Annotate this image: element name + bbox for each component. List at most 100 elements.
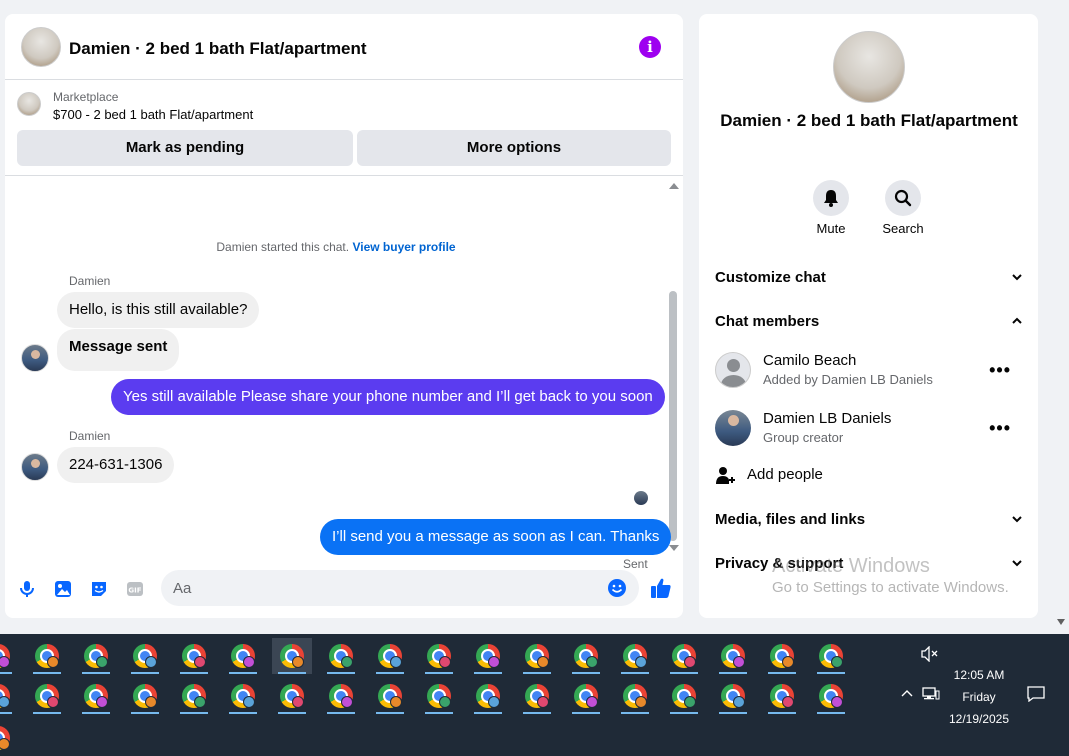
running-indicator <box>621 672 649 674</box>
chat-panel: Damien · 2 bed 1 bath Flat/apartment i M… <box>5 14 683 618</box>
media-files-links-section[interactable]: Media, files and links <box>715 511 1023 528</box>
chevron-down-icon <box>1012 560 1022 567</box>
browser-taskbar-icon[interactable] <box>370 678 410 714</box>
browser-taskbar-icon[interactable] <box>125 638 165 674</box>
message-input[interactable] <box>173 578 593 598</box>
gif-icon[interactable]: GIF <box>125 579 145 599</box>
browser-taskbar-icon[interactable] <box>468 638 508 674</box>
listing-avatar[interactable] <box>21 27 61 67</box>
browser-taskbar-icon[interactable] <box>419 678 459 714</box>
info-icon[interactable]: i <box>639 36 661 58</box>
outgoing-message[interactable]: Yes still available Please share your ph… <box>111 379 665 415</box>
scroll-up-arrow[interactable] <box>669 183 679 189</box>
browser-taskbar-icon[interactable] <box>272 678 312 714</box>
sender-avatar[interactable] <box>21 344 49 372</box>
browser-taskbar-icon[interactable] <box>223 638 263 674</box>
sticker-icon[interactable] <box>89 579 109 599</box>
add-people-button[interactable]: Add people <box>715 464 915 488</box>
scroll-down-arrow[interactable] <box>1057 619 1065 625</box>
profile-badge-icon <box>586 656 598 668</box>
more-icon[interactable]: ••• <box>989 360 1011 381</box>
browser-taskbar-icon[interactable] <box>272 638 312 674</box>
browser-taskbar-icon[interactable] <box>566 678 606 714</box>
browser-taskbar-icon[interactable] <box>517 678 557 714</box>
browser-taskbar-icon[interactable] <box>517 638 557 674</box>
browser-taskbar-icon[interactable] <box>762 678 802 714</box>
browser-taskbar-icon[interactable] <box>615 638 655 674</box>
chat-title[interactable]: Damien · 2 bed 1 bath Flat/apartment <box>69 39 367 59</box>
running-indicator <box>33 712 61 714</box>
browser-taskbar-icon[interactable] <box>125 678 165 714</box>
browser-taskbar-icon[interactable] <box>664 638 704 674</box>
browser-taskbar-icon[interactable] <box>713 678 753 714</box>
profile-badge-icon <box>0 696 10 708</box>
speaker-muted-icon[interactable] <box>921 646 939 662</box>
message-input-container <box>161 570 639 606</box>
browser-taskbar-icon[interactable] <box>615 678 655 714</box>
browser-taskbar-icon[interactable] <box>762 638 802 674</box>
profile-badge-icon <box>537 656 549 668</box>
photo-icon[interactable] <box>53 579 73 599</box>
listing-title[interactable]: $700 - 2 bed 1 bath Flat/apartment <box>53 107 253 122</box>
browser-taskbar-icon[interactable] <box>713 638 753 674</box>
profile-badge-icon <box>47 696 59 708</box>
notification-icon[interactable] <box>1027 686 1045 702</box>
sender-avatar[interactable] <box>21 453 49 481</box>
browser-taskbar-icon[interactable] <box>223 678 263 714</box>
browser-taskbar-icon[interactable] <box>76 638 116 674</box>
browser-taskbar-icon[interactable] <box>321 678 361 714</box>
emoji-icon[interactable] <box>607 578 627 598</box>
running-indicator <box>180 672 208 674</box>
scroll-down-arrow[interactable] <box>669 545 679 551</box>
member-name: Damien LB Daniels <box>763 410 892 427</box>
incoming-message[interactable]: 224-631-1306 <box>57 447 175 483</box>
browser-taskbar-icon[interactable] <box>370 638 410 674</box>
more-icon[interactable]: ••• <box>989 418 1011 439</box>
browser-taskbar-icon[interactable] <box>566 638 606 674</box>
incoming-message[interactable]: Hello, is this still available? <box>57 292 260 328</box>
browser-taskbar-icon[interactable] <box>0 720 18 756</box>
outgoing-message[interactable]: I’ll send you a message as soon as I can… <box>320 519 672 555</box>
browser-taskbar-icon[interactable] <box>321 638 361 674</box>
browser-taskbar-icon[interactable] <box>27 638 67 674</box>
profile-badge-icon <box>537 696 549 708</box>
page-scrollbar[interactable] <box>1053 0 1069 634</box>
system-clock[interactable]: 12:05 AM Friday 12/19/2025 <box>940 664 1018 730</box>
browser-taskbar-icon[interactable] <box>468 678 508 714</box>
profile-badge-icon <box>586 696 598 708</box>
member-role: Added by Damien LB Daniels <box>763 372 933 387</box>
show-hidden-icons-chevron[interactable] <box>900 687 914 701</box>
browser-taskbar-icon[interactable] <box>419 638 459 674</box>
member-row[interactable]: Camilo Beach Added by Damien LB Daniels … <box>715 352 1025 396</box>
browser-taskbar-icon[interactable] <box>76 678 116 714</box>
browser-taskbar-icon[interactable] <box>811 678 851 714</box>
member-name: Camilo Beach <box>763 352 857 369</box>
incoming-message[interactable]: Message sent <box>57 329 180 371</box>
search-button[interactable] <box>885 180 921 216</box>
scroll-thumb[interactable] <box>669 291 677 541</box>
browser-taskbar-icon[interactable] <box>664 678 704 714</box>
browser-taskbar-icon[interactable] <box>0 638 18 674</box>
browser-taskbar-icon[interactable] <box>0 678 18 714</box>
profile-badge-icon <box>390 696 402 708</box>
running-indicator <box>229 672 257 674</box>
running-indicator <box>229 712 257 714</box>
microphone-icon[interactable] <box>17 579 37 599</box>
chat-members-section[interactable]: Chat members <box>715 313 1023 330</box>
network-icon[interactable] <box>922 686 940 702</box>
conversation-avatar[interactable] <box>833 31 905 103</box>
browser-taskbar-icon[interactable] <box>174 678 214 714</box>
message-scrollbar[interactable] <box>667 183 679 555</box>
customize-chat-section[interactable]: Customize chat <box>715 269 1023 286</box>
listing-thumbnail[interactable] <box>17 92 41 116</box>
member-row[interactable]: Damien LB Daniels Group creator ••• <box>715 410 1025 454</box>
profile-badge-icon <box>341 696 353 708</box>
mute-button[interactable] <box>813 180 849 216</box>
like-icon[interactable] <box>649 576 673 600</box>
browser-taskbar-icon[interactable] <box>27 678 67 714</box>
browser-taskbar-icon[interactable] <box>811 638 851 674</box>
view-buyer-profile-link[interactable]: View buyer profile <box>352 240 455 254</box>
mark-as-pending-button[interactable]: Mark as pending <box>17 130 353 166</box>
more-options-button[interactable]: More options <box>357 130 671 166</box>
browser-taskbar-icon[interactable] <box>174 638 214 674</box>
